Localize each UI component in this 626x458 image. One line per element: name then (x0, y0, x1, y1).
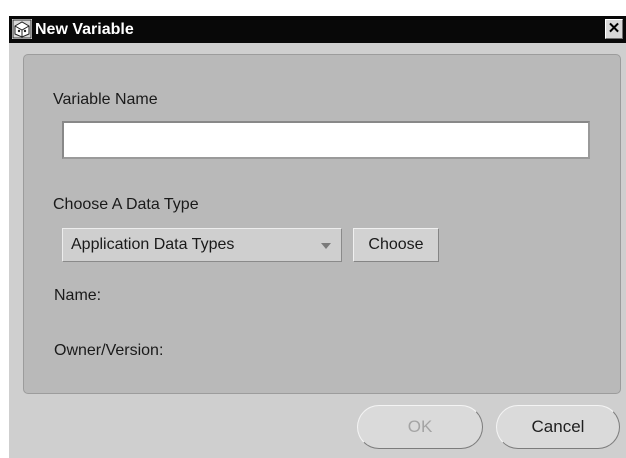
chevron-down-icon (321, 243, 331, 249)
close-icon[interactable]: ✕ (605, 19, 623, 39)
data-type-selected-value: Application Data Types (71, 236, 235, 253)
data-type-select[interactable]: Application Data Types (62, 228, 342, 262)
data-type-label: Choose A Data Type (53, 196, 199, 213)
variable-name-input[interactable] (62, 121, 590, 159)
choose-button[interactable]: Choose (353, 228, 439, 262)
owner-version-label: Owner/Version: (54, 342, 164, 359)
name-label: Name: (54, 287, 102, 304)
ok-button[interactable]: OK (357, 405, 483, 449)
new-variable-dialog: New Variable ✕ Variable Name Choose A Da… (9, 16, 626, 458)
cancel-button[interactable]: Cancel (496, 405, 620, 449)
title-bar[interactable]: New Variable ✕ (9, 16, 626, 43)
dialog-title: New Variable (35, 21, 134, 38)
variable-name-label: Variable Name (53, 91, 158, 108)
app-icon (12, 19, 32, 39)
